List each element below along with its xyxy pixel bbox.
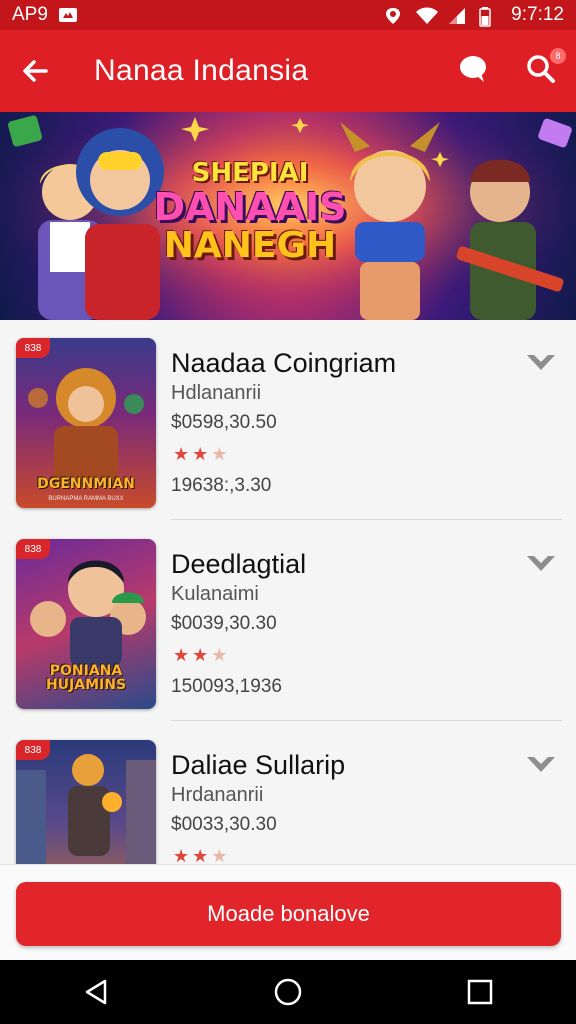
banner-line-3: NANEGH [163, 225, 337, 266]
thumbnail-title: PONIANA HUJAMINS [45, 662, 127, 694]
banner-line-2: DANAAIS [153, 185, 347, 229]
game-thumbnail[interactable]: 838 [16, 740, 156, 864]
app-bar: Nanaa Indansia 8 [0, 30, 576, 112]
promo-banner[interactable]: SHEPIAI DANAAIS NANEGH [0, 112, 576, 320]
game-price: $0033,30.30 [171, 814, 277, 835]
chat-button[interactable] [456, 54, 490, 88]
game-developer: Hrdananrii [171, 784, 264, 806]
star-icon: ★ [192, 444, 212, 464]
notification-icon [58, 7, 78, 23]
back-arrow-icon[interactable] [18, 54, 52, 88]
banner-line-1: SHEPIAI [191, 158, 309, 188]
wifi-icon [415, 7, 439, 24]
nav-recents-icon[interactable] [450, 962, 510, 1022]
wishlist-chevron-icon[interactable] [524, 350, 558, 376]
game-list: 838 DGENNMIAN BURNAPMA RAMMA BUXX Naadaa… [0, 320, 576, 864]
page-title: Nanaa Indansia [94, 54, 309, 87]
system-nav-bar [0, 960, 576, 1024]
game-thumbnail[interactable]: 838 PONIANA HUJAMINS [16, 539, 156, 709]
game-count: 19638:,3.30 [171, 475, 272, 496]
game-developer: Hdlananrii [171, 382, 262, 404]
age-badge: 838 [16, 740, 50, 760]
status-left: AP9 [12, 4, 78, 26]
thumbnail-title: DGENNMIAN [37, 476, 135, 493]
status-time: 9:7:12 [511, 4, 564, 25]
game-price: $0598,30.50 [171, 412, 277, 433]
carrier-label: AP9 [12, 4, 48, 25]
game-title[interactable]: Naadaa Coingriam [171, 348, 396, 379]
game-developer: Kulanaimi [171, 583, 259, 605]
age-badge: 838 [16, 539, 50, 559]
status-bar: AP9 9:7:12 [0, 0, 576, 30]
list-item[interactable]: 838 PONIANA HUJAMINS Deedlagtial Kulanai… [0, 521, 576, 721]
chat-icon [457, 54, 489, 89]
rating-stars: ★★★ [173, 645, 230, 666]
game-count: 150093,1936 [171, 676, 282, 697]
star-icon: ★ [173, 645, 193, 665]
star-icon: ★ [192, 846, 212, 864]
star-icon: ★ [211, 444, 231, 464]
app-actions: 8 [456, 48, 566, 88]
nav-home-icon[interactable] [258, 962, 318, 1022]
battery-icon [479, 7, 499, 27]
age-badge: 838 [16, 338, 50, 358]
location-icon [383, 7, 403, 24]
status-right: 9:7:12 [383, 4, 564, 27]
primary-action-button[interactable]: Moade bonalove [16, 882, 561, 946]
wishlist-chevron-icon[interactable] [524, 752, 558, 778]
rating-stars: ★★★ [173, 444, 230, 465]
star-icon: ★ [173, 846, 193, 864]
notification-badge: 8 [550, 48, 566, 64]
rating-stars: ★★★ [173, 846, 230, 864]
game-title[interactable]: Daliae Sullarip [171, 750, 345, 781]
search-button[interactable]: 8 [524, 48, 566, 88]
thumbnail-subtitle: BURNAPMA RAMMA BUXX [48, 496, 124, 502]
game-price: $0039,30.30 [171, 613, 277, 634]
divider [171, 720, 562, 721]
game-thumbnail[interactable]: 838 DGENNMIAN BURNAPMA RAMMA BUXX [16, 338, 156, 508]
game-title[interactable]: Deedlagtial [171, 549, 306, 580]
star-icon: ★ [173, 444, 193, 464]
wishlist-chevron-icon[interactable] [524, 551, 558, 577]
nav-back-icon[interactable] [66, 962, 126, 1022]
star-icon: ★ [211, 645, 231, 665]
list-item[interactable]: 838 DGENNMIAN BURNAPMA RAMMA BUXX Naadaa… [0, 320, 576, 520]
bottom-action-area: Moade bonalove [0, 864, 576, 961]
signal-icon [447, 7, 467, 24]
list-item[interactable]: 838 Daliae Sullarip Hrdananrii $0033,30.… [0, 722, 576, 864]
star-icon: ★ [192, 645, 212, 665]
divider [171, 519, 562, 520]
star-icon: ★ [211, 846, 231, 864]
banner-logo: SHEPIAI DANAAIS NANEGH [150, 160, 350, 264]
